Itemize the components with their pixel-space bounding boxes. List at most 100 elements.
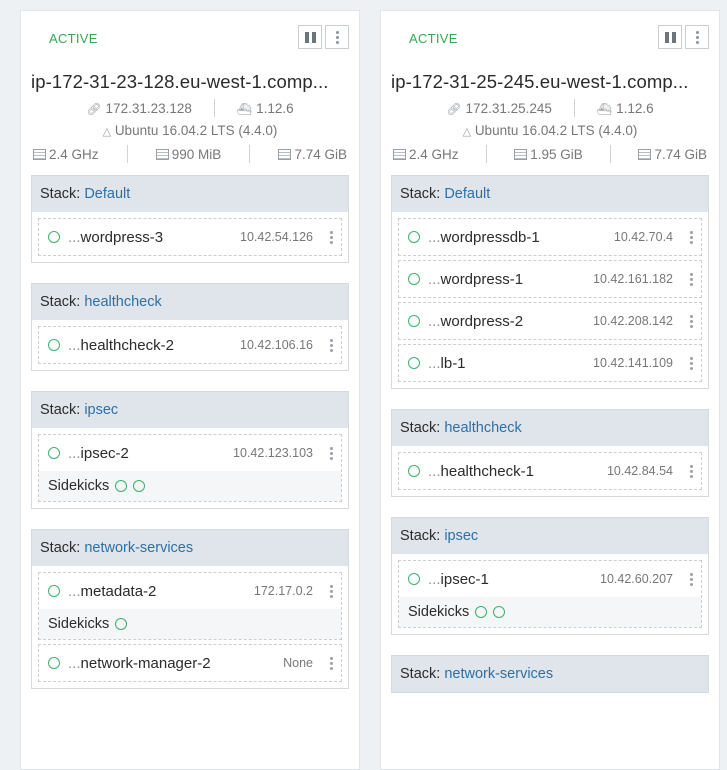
stack-link[interactable]: ipsec [84,402,118,418]
stack-label: Stack: [400,666,441,682]
stack-header: Stack: healthcheck [32,284,348,320]
stack-link[interactable]: healthcheck [84,294,161,310]
pause-button[interactable] [658,25,682,49]
container-card: ...lb-1 10.42.141.109 [398,344,702,382]
name-ellipsis: ... [68,582,81,600]
container-name-link[interactable]: ...metadata-2 [68,583,156,600]
cpu-icon [393,148,406,160]
host-name-link[interactable]: ip-172-31-23-128.eu-west-1.comp... [31,69,353,95]
pause-icon [304,31,316,43]
container-ip: 10.42.208.142 [593,314,673,328]
container-name-link[interactable]: ...wordpress-1 [428,271,523,288]
stack-link[interactable]: healthcheck [444,420,521,436]
container-name: healthcheck-1 [440,462,534,480]
stack-header: Stack: healthcheck [392,410,708,446]
host-os: △ Ubuntu 16.04.2 LTS (4.4.0) [391,121,709,141]
stack-link[interactable]: Default [444,186,490,202]
status-circle-icon[interactable] [493,606,506,618]
more-actions-button[interactable] [685,25,709,49]
stack-default: Stack: Default ...wordpress-3 10.42.54.1… [31,175,349,263]
memory-icon [155,148,169,160]
name-ellipsis: ... [428,570,441,588]
link-icon: 🔗︎ [86,101,102,116]
container-menu-icon[interactable] [327,446,335,460]
container-menu-icon[interactable] [687,230,695,244]
container-row: ...lb-1 10.42.141.109 [399,345,701,381]
more-actions-button[interactable] [325,25,349,49]
container-ip: 10.42.141.109 [593,356,673,370]
container-name: ipsec-1 [440,570,489,588]
storage-value: 7.74 GiB [294,146,347,162]
docker-version: ⛴︎ 1.12.6 [597,101,654,116]
stack-ipsec: Stack: ipsec ...ipsec-2 10.42.123.103 Si… [31,391,349,509]
divider [126,145,128,163]
container-ip: 10.42.60.207 [600,572,673,586]
pause-icon [664,31,676,43]
status-circle-icon[interactable] [475,606,488,618]
status-circle-icon[interactable] [115,480,128,492]
docker-icon: ⛴︎ [596,101,613,116]
cpu-stat: 2.4 GHz [33,147,99,162]
container-card: ...healthcheck-1 10.42.84.54 [398,452,702,490]
container-menu-icon[interactable] [687,572,695,586]
more-vertical-icon [695,30,699,44]
container-name-link[interactable]: ...ipsec-1 [428,571,489,588]
container-menu-icon[interactable] [687,314,695,328]
stack-default: Stack: Default ...wordpressdb-1 10.42.70… [391,175,709,389]
container-card: ...wordpressdb-1 10.42.70.4 [398,218,702,256]
container-card: ...metadata-2 172.17.0.2 Sidekicks [38,572,342,640]
container-card: ...ipsec-1 10.42.60.207 Sidekicks [398,560,702,628]
container-name-link[interactable]: ...healthcheck-2 [68,337,174,354]
status-circle-icon[interactable] [115,618,128,630]
host-actions [655,25,709,49]
container-menu-icon[interactable] [687,356,695,370]
host-stats-row: 2.4 GHz 990 MiB 7.74 GiB [31,141,349,167]
status-circle-icon [408,465,420,477]
container-menu-icon[interactable] [687,464,695,478]
host-os: △ Ubuntu 16.04.2 LTS (4.4.0) [31,121,349,141]
container-name: lb-1 [440,354,466,372]
container-row: ...wordpress-1 10.42.161.182 [399,261,701,297]
sidekicks-row: Sidekicks [399,597,701,627]
container-menu-icon[interactable] [327,584,335,598]
container-menu-icon[interactable] [327,656,335,670]
cpu-icon [33,148,46,160]
stack-link[interactable]: network-services [444,666,553,682]
container-menu-icon[interactable] [327,230,335,244]
host-network-row: 🔗︎ 172.31.23.128 ⛴︎ 1.12.6 [31,95,349,121]
container-menu-icon[interactable] [687,272,695,286]
host-network-row: 🔗︎ 172.31.25.245 ⛴︎ 1.12.6 [391,95,709,121]
container-menu-icon[interactable] [327,338,335,352]
docker-icon: ⛴︎ [236,101,253,116]
host-ip: 🔗︎ 172.31.23.128 [86,101,192,116]
stack-header: Stack: ipsec [32,392,348,428]
container-name-link[interactable]: ...ipsec-2 [68,445,129,462]
divider [213,99,215,117]
container-name-link[interactable]: ...healthcheck-1 [428,463,534,480]
stack-label: Stack: [400,528,441,544]
container-name: ipsec-2 [80,444,129,462]
container-name-link[interactable]: ...wordpressdb-1 [428,229,540,246]
status-circle-icon [48,447,60,459]
name-ellipsis: ... [428,312,441,330]
stack-link[interactable]: Default [84,186,130,202]
container-name-link[interactable]: ...wordpress-2 [428,313,523,330]
status-circle-icon[interactable] [133,480,146,492]
ubuntu-icon: △ [462,126,472,138]
pause-button[interactable] [298,25,322,49]
container-name-link[interactable]: ...wordpress-3 [68,229,163,246]
container-name-link[interactable]: ...network-manager-2 [68,655,211,672]
stack-link[interactable]: ipsec [444,528,478,544]
storage-icon [638,148,652,160]
container-row: ...wordpress-3 10.42.54.126 [39,219,341,255]
container-ip: 10.42.70.4 [613,230,673,244]
host-name-link[interactable]: ip-172-31-25-245.eu-west-1.comp... [391,69,713,95]
memory-value: 990 MiB [171,146,222,162]
host-actions [295,25,349,49]
stack-link[interactable]: network-services [84,540,193,556]
stack-body: ...metadata-2 172.17.0.2 Sidekicks ...ne… [32,566,348,688]
stack-network-services: Stack: network-services [391,655,709,693]
storage-icon [278,148,292,160]
container-ip: 10.42.54.126 [240,230,313,244]
container-name-link[interactable]: ...lb-1 [428,355,466,372]
